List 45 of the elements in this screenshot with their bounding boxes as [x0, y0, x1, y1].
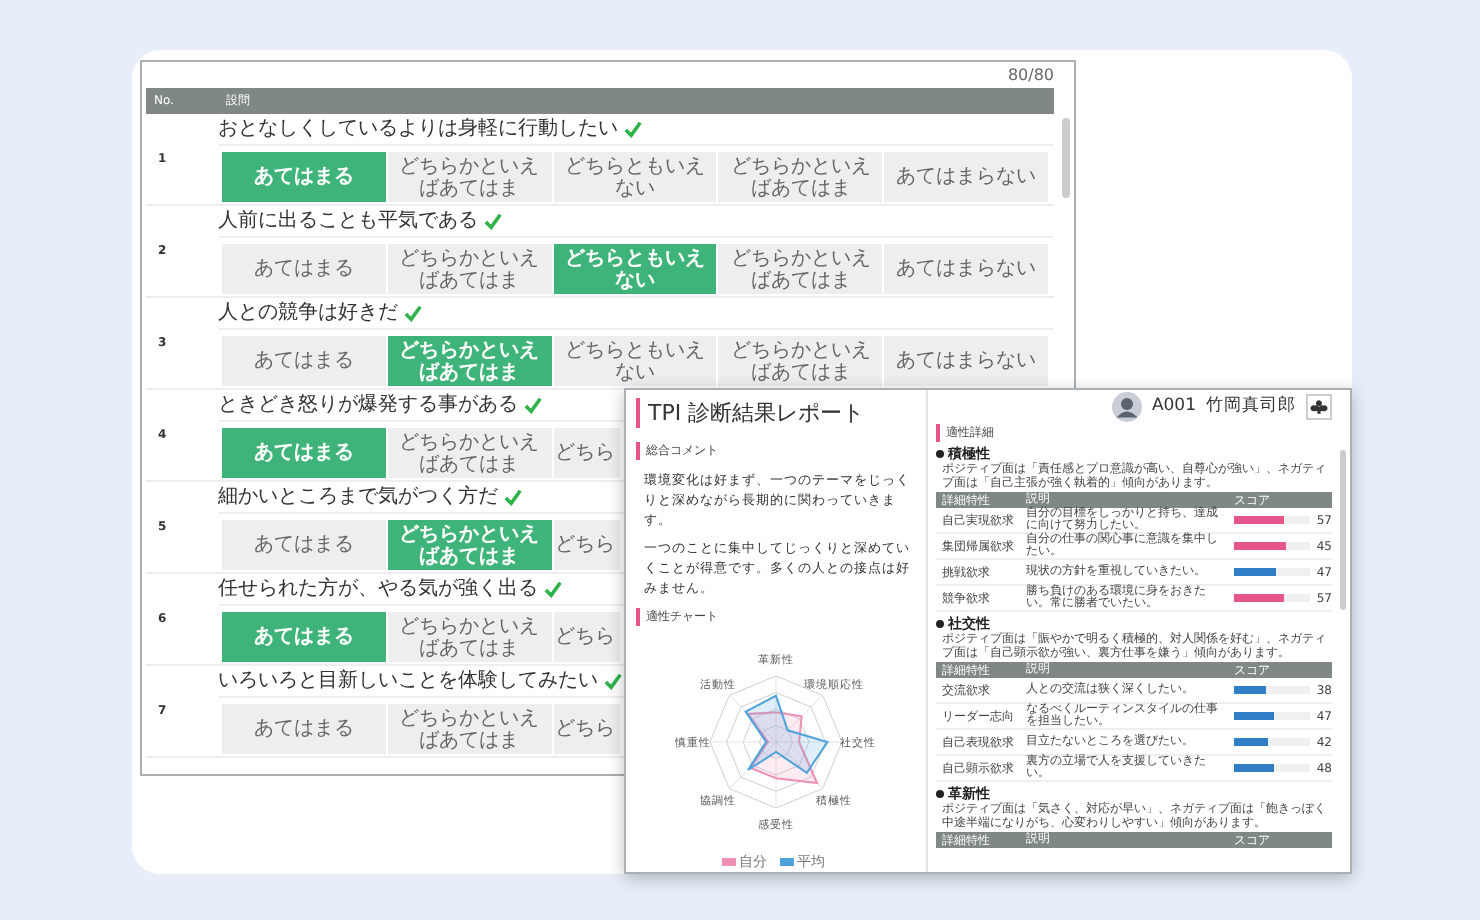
answer-option[interactable]: あてはまる	[222, 704, 388, 754]
bullet-icon	[936, 450, 944, 458]
answer-option[interactable]: どちらかといえばあてはま	[387, 520, 554, 570]
answer-option[interactable]: どちらかといえばあてはま	[718, 336, 885, 386]
question-text: おとなしくしているよりは身軽に行動したい	[218, 116, 618, 142]
answer-option[interactable]: どちらかといえばあてはま	[387, 336, 554, 386]
answer-option[interactable]: どちら	[553, 428, 622, 478]
user-id: A001	[1151, 396, 1196, 416]
answer-option[interactable]: どちらかといえばあてはま	[718, 152, 885, 202]
question-text: ときどき怒りが爆発する事がある	[218, 391, 518, 418]
question-text: いろいろと目新しいことを体験してみたい	[218, 667, 598, 694]
answer-option[interactable]: あてはまらない	[884, 336, 1050, 386]
answer-option[interactable]: どちらかといえばあてはま	[387, 428, 554, 478]
question-text: 人前に出ることも平気である	[218, 207, 478, 234]
answer-option[interactable]: どちら	[553, 520, 622, 570]
answer-option[interactable]: あてはまる	[222, 152, 388, 202]
avatar-icon	[1111, 391, 1142, 421]
answer-option[interactable]: あてはまらない	[884, 244, 1050, 294]
report-title: TPI 診断結果レポート	[636, 398, 918, 428]
answer-option[interactable]: どちら	[553, 704, 622, 754]
answer-option[interactable]: あてはまる	[222, 520, 388, 570]
answer-option[interactable]: あてはまる	[222, 244, 388, 294]
question-text: 細かいところまで気がつく方だ	[218, 483, 498, 510]
answer-option[interactable]: どちらともいえない	[553, 152, 719, 202]
answer-option[interactable]: あてはまる	[222, 612, 388, 662]
user-name: 竹岡真司郎	[1206, 394, 1296, 418]
bullet-icon	[936, 620, 944, 628]
answer-option[interactable]: あてはまる	[222, 428, 388, 478]
question-text: 人との競争は好きだ	[218, 299, 398, 326]
scrollbar[interactable]	[1062, 118, 1070, 198]
bullet-icon	[936, 790, 944, 798]
answer-option[interactable]: どちらともいえない	[553, 336, 719, 386]
answer-option[interactable]: どちらかといえばあてはま	[718, 244, 885, 294]
scrollbar[interactable]	[1340, 450, 1346, 610]
question-counter: 80/80	[1005, 64, 1054, 88]
answer-option[interactable]: どちらかといえばあてはま	[387, 704, 554, 754]
answer-option[interactable]: あてはまる	[222, 336, 388, 386]
answer-option[interactable]: あてはまらない	[884, 152, 1050, 202]
answer-option[interactable]: どちらかといえばあてはま	[387, 152, 554, 202]
question-text: 任せられた方が、やる気が強く出る	[218, 575, 538, 602]
answer-option[interactable]: どちら	[553, 612, 622, 662]
answer-option[interactable]: どちらかといえばあてはま	[387, 612, 554, 662]
club-icon[interactable]	[1306, 393, 1332, 419]
answer-option[interactable]: どちらかといえばあてはま	[387, 244, 554, 294]
answer-option[interactable]: どちらともいえない	[553, 244, 719, 294]
